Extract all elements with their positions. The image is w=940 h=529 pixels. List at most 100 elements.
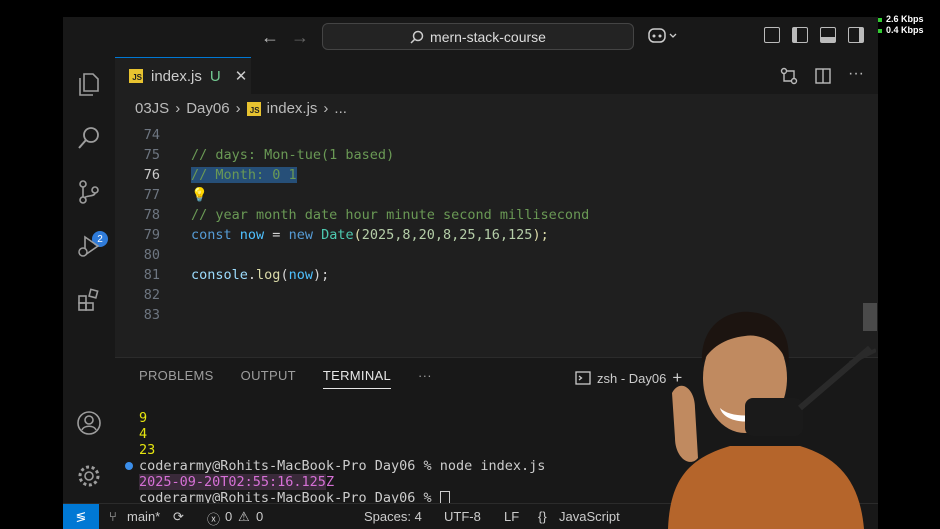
error-icon[interactable]: ⓧ <box>207 509 220 528</box>
line-ending[interactable]: LF <box>504 509 519 524</box>
editor-actions: ··· <box>780 66 864 85</box>
search-sidebar-icon[interactable] <box>76 125 102 151</box>
timestamp-output: 2025-09-20T02:55:16.125 <box>139 474 326 490</box>
tab-problems[interactable]: PROBLEMS <box>139 368 214 389</box>
panel-tabs: PROBLEMS OUTPUT TERMINAL ··· <box>139 368 432 389</box>
terminal-line: 23 <box>139 442 156 458</box>
breadcrumb: 03JS › Day06 › JS index.js › ... <box>135 100 347 117</box>
paren-open: ( <box>280 267 289 283</box>
command-status-dot <box>125 462 133 470</box>
class-date: Date <box>321 227 354 243</box>
code-line: 75 // days: Mon-tue(1 based) <box>115 147 860 167</box>
keyword-const: const <box>191 227 232 243</box>
breadcrumb-folder-day06[interactable]: Day06 <box>186 100 229 117</box>
terminal-command-line: coderarmy@Rohits-MacBook-Pro Day06 % nod… <box>125 458 546 474</box>
branch-icon: ⑂ <box>109 509 117 524</box>
line-number: 76 <box>143 167 160 183</box>
line-number: 79 <box>143 227 160 243</box>
panel-more-icon[interactable]: ··· <box>418 368 432 389</box>
breadcrumb-folder-03js[interactable]: 03JS <box>135 100 169 117</box>
git-branch[interactable]: main* <box>127 509 160 524</box>
code-comment: // year month date hour minute second mi… <box>191 207 590 223</box>
webcam-presenter-overlay <box>668 311 876 529</box>
layout-controls <box>764 27 864 43</box>
indentation[interactable]: Spaces: 4 <box>364 509 422 524</box>
function-log: log <box>256 267 281 283</box>
command-text: coderarmy@Rohits-MacBook-Pro Day06 % nod… <box>139 458 546 474</box>
more-actions-icon[interactable]: ··· <box>848 66 864 85</box>
upload-speed: 2.6 Kbps <box>886 14 924 24</box>
search-text: mern-stack-course <box>430 28 546 45</box>
remote-indicator-icon[interactable]: ≶ <box>63 504 99 529</box>
line-number: 75 <box>143 147 160 163</box>
explorer-icon[interactable] <box>76 71 102 97</box>
breadcrumb-symbols[interactable]: ... <box>334 100 347 117</box>
code-line: 74 <box>115 127 860 147</box>
warning-icon[interactable]: ⚠ <box>238 509 250 525</box>
date-arguments: 2025,8,20,8,25,16,125 <box>361 227 533 243</box>
toggle-panel-icon[interactable] <box>820 27 836 43</box>
js-file-icon: JS <box>246 101 261 116</box>
error-count[interactable]: 0 <box>225 509 232 524</box>
variable-now: now <box>239 227 265 243</box>
tab-filename: index.js <box>151 67 202 85</box>
terminal-line: 9 <box>139 410 148 426</box>
dot: . <box>247 267 257 283</box>
split-editor-icon[interactable] <box>814 67 832 85</box>
tab-output[interactable]: OUTPUT <box>241 368 296 389</box>
sync-icon[interactable]: ⟳ <box>173 509 184 525</box>
command-center-search[interactable]: mern-stack-course <box>322 23 634 50</box>
paren-close: ); <box>312 267 330 283</box>
run-debug-icon[interactable] <box>76 233 102 259</box>
back-arrow-icon[interactable]: ← <box>261 27 279 48</box>
terminal-icon <box>575 371 591 385</box>
copilot-icon[interactable] <box>648 27 678 45</box>
line-number: 81 <box>143 267 160 283</box>
chevron-right-icon: › <box>235 100 241 117</box>
paren-close: ); <box>532 227 549 243</box>
network-speed: 2.6 Kbps 0.4 Kbps <box>878 14 924 36</box>
keyword-new: new <box>288 227 313 243</box>
lightbulb-icon[interactable]: 💡 <box>191 187 208 203</box>
code-line: 77 💡 <box>115 187 860 207</box>
toggle-secondary-sidebar-icon[interactable] <box>848 27 864 43</box>
source-control-icon[interactable] <box>76 179 102 205</box>
selected-comment: // Month: 0 1 <box>191 167 297 183</box>
tab-index-js[interactable]: JS index.js U ✕ <box>115 57 251 94</box>
code-comment: // days: Mon-tue(1 based) <box>191 147 395 163</box>
compare-changes-icon[interactable] <box>780 67 798 85</box>
chevron-right-icon: › <box>175 100 181 117</box>
settings-gear-icon[interactable] <box>76 463 102 489</box>
activity-bar: 2 <box>63 57 115 503</box>
argument-now: now <box>288 267 313 283</box>
code-line: 80 <box>115 247 860 267</box>
customize-layout-icon[interactable] <box>764 27 780 43</box>
title-bar: ← → mern-stack-course <box>63 17 878 57</box>
language-mode[interactable]: JavaScript <box>559 509 620 524</box>
search-icon <box>410 30 424 44</box>
line-number: 74 <box>143 127 160 143</box>
forward-arrow-icon[interactable]: → <box>291 27 309 48</box>
line-number: 78 <box>143 207 160 223</box>
warning-count[interactable]: 0 <box>256 509 263 524</box>
terminal-line: 4 <box>139 426 148 442</box>
breadcrumb-file[interactable]: index.js <box>267 100 318 117</box>
object-console: console <box>191 267 248 283</box>
editor-tab-bar: JS index.js U ✕ ··· <box>115 57 878 94</box>
line-number: 77 <box>143 187 160 203</box>
js-file-icon: JS <box>129 69 143 83</box>
encoding[interactable]: UTF-8 <box>444 509 481 524</box>
braces-icon: {} <box>538 509 547 524</box>
code-line: 81 console.log(now); <box>115 267 860 287</box>
timestamp-zone: Z <box>325 474 335 490</box>
tab-terminal[interactable]: TERMINAL <box>322 368 392 389</box>
line-number: 80 <box>143 247 160 263</box>
accounts-icon[interactable] <box>76 410 102 436</box>
toggle-sidebar-icon[interactable] <box>792 27 808 43</box>
extensions-icon[interactable] <box>76 287 102 313</box>
code-line: 78 // year month date hour minute second … <box>115 207 860 227</box>
operator-assign: = <box>264 227 289 243</box>
paren-open: ( <box>353 227 362 243</box>
close-tab-icon[interactable]: ✕ <box>235 67 248 85</box>
code-line: 82 <box>115 287 860 307</box>
